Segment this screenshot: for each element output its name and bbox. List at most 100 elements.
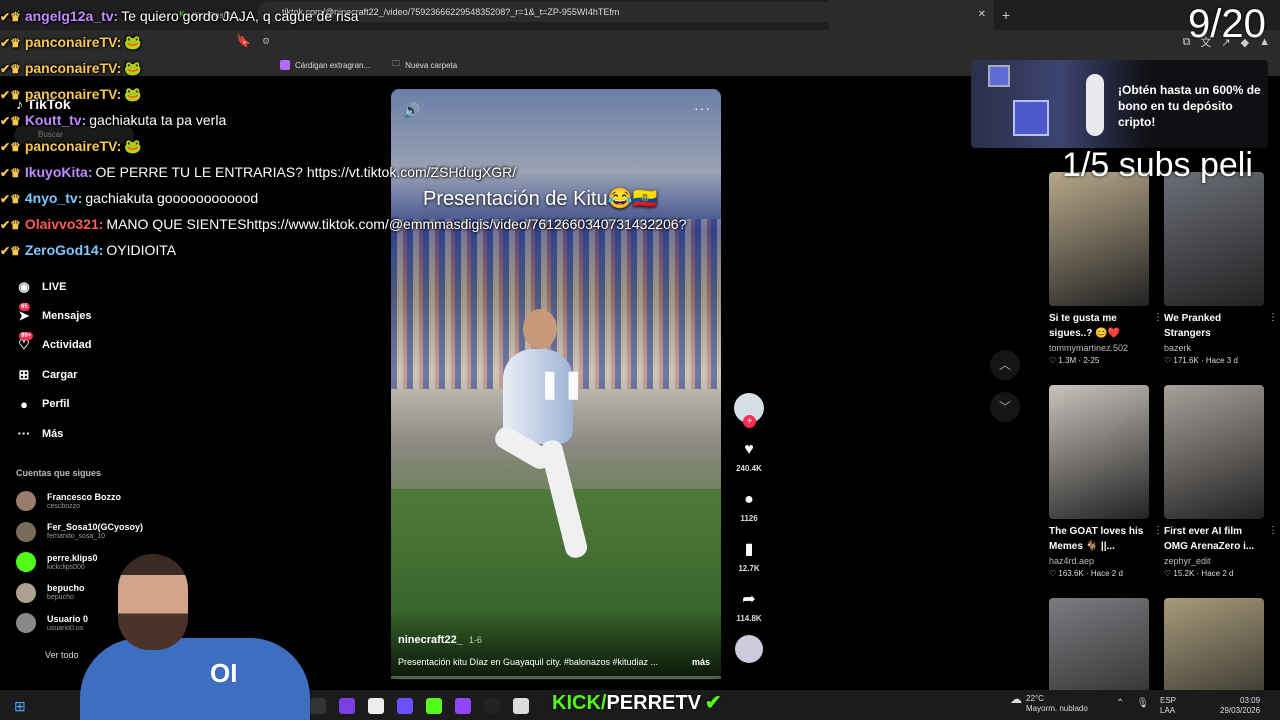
chat-text: 🐸: [124, 138, 142, 154]
sidebar-item-more[interactable]: ··· Más: [14, 419, 144, 448]
taskbar-app-icon[interactable]: [397, 698, 413, 714]
following-title: Cuentas que sigues: [16, 468, 102, 478]
following-item[interactable]: Fer_Sosa10(GCyosoy) fernando_sosa_10: [16, 517, 156, 548]
kebab-menu-icon[interactable]: ⋮: [1153, 312, 1163, 323]
video-thumbnail[interactable]: [1049, 385, 1149, 519]
sidebar-nav: ◉ LIVE ➤ 65 Mensajes ♡ 99+ Actividad ⊞ Cargar ● Per…: [14, 272, 144, 448]
recommended-author[interactable]: zephyr_edit: [1164, 556, 1264, 566]
video-progress-bar[interactable]: [391, 676, 721, 679]
taskbar-app-icon[interactable]: [339, 698, 355, 714]
chat-text: 🐸: [124, 60, 142, 76]
recommended-likes: 163.6K: [1058, 569, 1084, 578]
follow-plus-icon[interactable]: +: [743, 415, 756, 428]
webcam-overlay: OI: [60, 546, 310, 720]
sidebar-item-upload[interactable]: ⊞ Cargar: [14, 360, 144, 389]
close-tab-icon[interactable]: ✕: [978, 9, 986, 20]
clock[interactable]: 03:09 29/03/2026: [1220, 696, 1260, 716]
author-name[interactable]: ninecraft22_: [398, 634, 463, 646]
recommended-meta: ♡ 171.6K · Hace 3 d: [1164, 356, 1264, 365]
weather-temp: 22°C: [1026, 694, 1044, 703]
chat-text: MANO QUE SIENTEShttps://www.tiktok.com/@…: [106, 216, 687, 232]
creator-avatar[interactable]: +: [734, 393, 764, 428]
like-button[interactable]: ♥ 240.4K: [734, 440, 764, 473]
taskbar-apps: [310, 692, 529, 714]
recommended-likes: 171.6K: [1173, 356, 1199, 365]
recommended-video-card[interactable]: Si te gusta me sigues..? 😊❤️ tommymartine…: [1049, 172, 1163, 365]
taskbar-app-icon[interactable]: [426, 698, 442, 714]
save-count: 12.7K: [738, 564, 760, 573]
taskbar-app-icon[interactable]: [310, 698, 326, 714]
recommended-author[interactable]: bazerk: [1164, 343, 1264, 353]
taskbar-app-icon[interactable]: [455, 698, 471, 714]
avatar: [16, 613, 36, 634]
video-author[interactable]: ninecraft22_ 1-6: [398, 634, 482, 646]
comment-icon: ●: [744, 491, 754, 508]
recommended-video-card[interactable]: First ever AI film OMG ArenaZero i... zep…: [1164, 385, 1278, 578]
live-icon: ◉: [18, 278, 30, 294]
save-button[interactable]: ▮ 12.7K: [734, 540, 764, 573]
comment-button[interactable]: ● 1126: [734, 490, 764, 523]
gift-box-icon: [988, 65, 1010, 87]
video-thumbnail[interactable]: [1049, 172, 1149, 306]
recommended-video-card[interactable]: We Pranked Strangers bazerk ♡ 171.6K · Hac…: [1164, 172, 1278, 365]
sidebar-item-label: LIVE: [42, 280, 67, 293]
previous-video-button[interactable]: ︿: [990, 350, 1020, 380]
notification-badge: 99+: [19, 332, 34, 341]
recommended-meta: ♡ 1.3M · 2-25: [1049, 356, 1149, 365]
chat-message: ✔♛ 4nyo_tv: gachiakuta goooooooooood: [0, 186, 560, 212]
windows-start-icon[interactable]: ⊞: [14, 698, 26, 715]
kebab-menu-icon[interactable]: ⋮: [1268, 525, 1278, 536]
recommended-title[interactable]: We Pranked Strangers: [1164, 311, 1264, 341]
taskbar-app-icon[interactable]: [513, 698, 529, 714]
recommended-title[interactable]: The GOAT loves his Memes 🐐 ||...: [1049, 524, 1149, 554]
clock-time: 03:09: [1240, 696, 1261, 705]
comment-count: 1126: [740, 514, 758, 523]
taskbar-app-icon[interactable]: [484, 698, 500, 714]
pause-icon[interactable]: ❚❚: [538, 366, 585, 402]
weather-icon: ☁: [1010, 692, 1022, 706]
verified-check-icon: ✔: [704, 692, 722, 714]
heart-outline-icon: ♡: [1164, 569, 1174, 578]
recommended-age: Hace 2 d: [1201, 569, 1234, 578]
microphone-icon[interactable]: 🎙: [1136, 698, 1149, 709]
sidebar-item-profile[interactable]: ● Perfil: [14, 390, 144, 419]
stream-chat-overlay: ✔♛ angelg12a_tv: Te quiero gordo JAJA, q c…: [0, 4, 686, 264]
language-indicator[interactable]: ESP LAA: [1160, 696, 1176, 716]
following-handle: cescbozzo: [47, 502, 81, 510]
recommended-title[interactable]: First ever AI film OMG ArenaZero i...: [1164, 524, 1264, 554]
stream-overlay-text: 1/5 subs peli: [1062, 146, 1253, 184]
chat-username: ZeroGod14:: [24, 242, 104, 258]
chat-username: panconaireTV:: [24, 86, 122, 102]
following-name: Fer_Sosa10(GCyosoy): [47, 522, 144, 533]
video-actions: + ♥ 240.4K ● 1126 ▮ 12.7K ➦ 114.8K: [734, 393, 764, 663]
sidebar-item-live[interactable]: ◉ LIVE: [14, 272, 144, 301]
bookmark-icon: ▮: [744, 541, 754, 558]
sidebar-item-messages[interactable]: ➤ 65 Mensajes: [14, 301, 144, 330]
recommended-video-card[interactable]: The GOAT loves his Memes 🐐 ||... haz4rd.a…: [1049, 385, 1163, 578]
share-button[interactable]: ➦ 114.8K: [734, 590, 764, 623]
streamer-body: [80, 638, 310, 720]
recommended-author[interactable]: haz4rd.aep: [1049, 556, 1149, 566]
video-thumbnail[interactable]: [1164, 385, 1264, 519]
music-disc-icon[interactable]: [735, 635, 763, 663]
next-video-button[interactable]: ﹀: [990, 392, 1020, 422]
taskbar-app-icon[interactable]: [368, 698, 384, 714]
tray-chevron-icon[interactable]: ⌃: [1116, 698, 1124, 709]
more-link[interactable]: más: [692, 657, 710, 667]
kebab-menu-icon[interactable]: ⋮: [1153, 525, 1163, 536]
chat-username: panconaireTV:: [24, 138, 122, 154]
chat-badge-icon: ✔♛: [0, 244, 21, 258]
kebab-menu-icon[interactable]: ⋮: [1268, 312, 1278, 323]
clock-date: 29/03/2026: [1220, 706, 1261, 715]
recommended-title[interactable]: Si te gusta me sigues..? 😊❤️: [1049, 311, 1149, 341]
following-item[interactable]: Francesco Bozzo cescbozzo: [16, 486, 156, 517]
chat-badge-icon: ✔♛: [0, 218, 21, 232]
weather-widget[interactable]: ☁ 22°C Mayorm. nublado: [1010, 692, 1088, 714]
chat-username: IkuyoKita:: [24, 164, 93, 180]
recommended-author[interactable]: tommymartinez.502: [1049, 343, 1149, 353]
new-tab-button[interactable]: +: [994, 7, 1018, 23]
video-thumbnail[interactable]: [1164, 172, 1264, 306]
sidebar-item-activity[interactable]: ♡ 99+ Actividad: [14, 331, 144, 360]
chat-message: ✔♛ panconaireTV: 🐸: [0, 56, 560, 82]
more-options-icon[interactable]: ···: [694, 100, 711, 116]
